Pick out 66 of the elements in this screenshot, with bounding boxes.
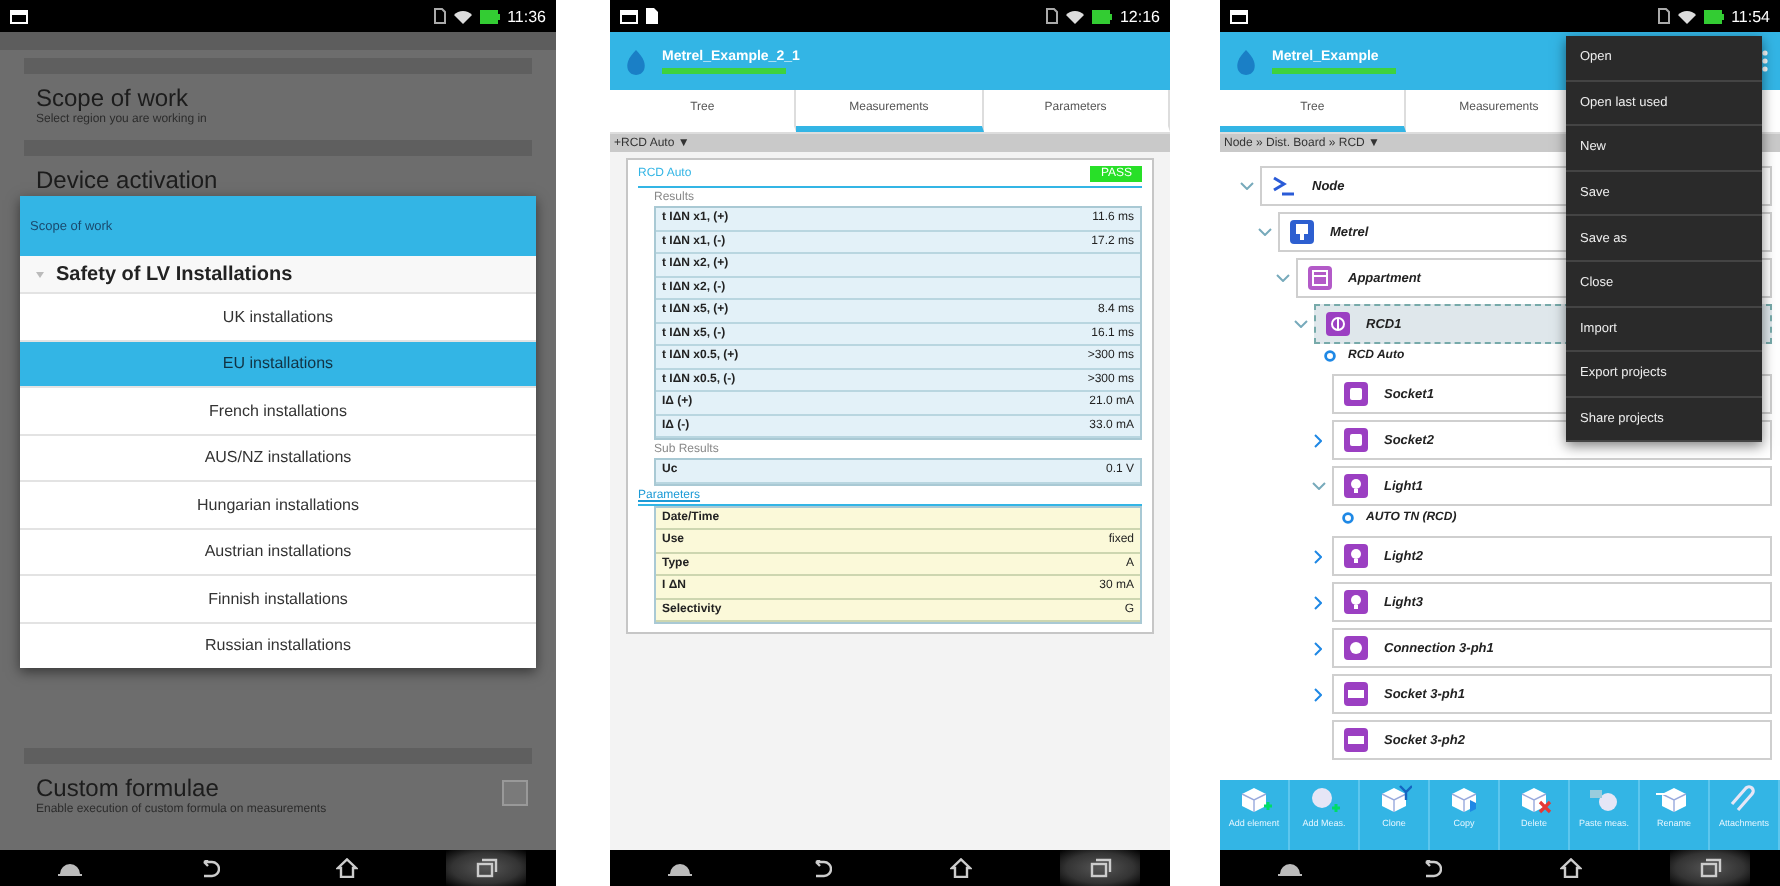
- clone-icon: [1376, 784, 1412, 816]
- window-icon: [1230, 9, 1248, 23]
- light-icon: [1344, 590, 1368, 614]
- subtitle-strip: [662, 67, 786, 73]
- option-item[interactable]: AUS/NZ installations: [20, 433, 536, 480]
- chevron-right-icon[interactable]: [1314, 433, 1322, 447]
- chevron-down-icon[interactable]: [1257, 228, 1271, 236]
- battery-icon: [1703, 9, 1724, 23]
- board-icon: [1308, 266, 1332, 290]
- sim-icon: [1657, 8, 1670, 24]
- battery-icon: [479, 9, 500, 23]
- rcd-icon: [1326, 312, 1350, 336]
- option-item[interactable]: Austrian installations: [20, 527, 536, 574]
- recent-apps-icon[interactable]: [1670, 850, 1750, 886]
- app-logo-icon: [622, 47, 650, 75]
- add-element-icon: [1236, 784, 1272, 816]
- chevron-down-icon[interactable]: [1311, 482, 1325, 490]
- chevron-right-icon[interactable]: [1314, 595, 1322, 609]
- instrument-icon: [1290, 220, 1314, 244]
- copy-icon: [1446, 784, 1482, 816]
- chevron-right-icon[interactable]: [1314, 687, 1322, 701]
- chevron-right-icon[interactable]: [1314, 549, 1322, 563]
- subtitle-strip: [1272, 67, 1396, 73]
- wifi-icon: [1065, 9, 1084, 23]
- group-header: Safety of LV Installations: [56, 263, 293, 285]
- chevron-right-icon[interactable]: [1314, 641, 1322, 655]
- light-icon: [1344, 544, 1368, 568]
- light-icon: [1344, 474, 1368, 498]
- sim-icon: [1045, 8, 1058, 24]
- recent-apps-icon[interactable]: [1060, 850, 1140, 886]
- overflow-menu-icon[interactable]: [1762, 50, 1768, 72]
- option-item[interactable]: EU installations: [20, 339, 536, 386]
- node-icon: [1272, 174, 1296, 198]
- option-item[interactable]: Finnish installations: [20, 574, 536, 621]
- paste-icon: [1586, 784, 1622, 816]
- option-item[interactable]: French installations: [20, 386, 536, 433]
- wifi-icon: [453, 9, 472, 23]
- socket-icon: [1344, 382, 1368, 406]
- option-item[interactable]: Russian installations: [20, 621, 536, 668]
- window-icon: [620, 9, 638, 23]
- option-item[interactable]: UK installations: [20, 292, 536, 339]
- rename-icon: [1656, 784, 1692, 816]
- window-icon: [10, 9, 28, 23]
- add-measurement-icon: [1306, 784, 1342, 816]
- battery-icon: [1091, 9, 1112, 23]
- option-item[interactable]: Hungarian installations: [20, 480, 536, 527]
- chevron-down-icon[interactable]: [1275, 274, 1289, 282]
- socket3-icon: [1344, 728, 1368, 752]
- wifi-icon: [1677, 9, 1696, 23]
- delete-icon: [1516, 784, 1552, 816]
- clock: 12:16: [1119, 7, 1160, 25]
- sim-icon: [433, 8, 446, 24]
- measurement-icon: [1342, 512, 1354, 524]
- clock: 11:36: [507, 7, 546, 25]
- checkbox[interactable]: [502, 780, 528, 806]
- app-logo-icon: [1232, 47, 1260, 75]
- chevron-down-icon[interactable]: [1239, 182, 1253, 190]
- clock: 11:54: [1731, 7, 1770, 25]
- chevron-down-icon[interactable]: [1293, 320, 1307, 328]
- recent-apps-icon[interactable]: [446, 850, 527, 886]
- socket3-icon: [1344, 682, 1368, 706]
- document-icon: [646, 8, 658, 24]
- measurement-icon: [1324, 350, 1336, 362]
- collapse-mark-icon: [36, 271, 44, 277]
- socket-icon: [1344, 428, 1368, 452]
- connection-icon: [1344, 636, 1368, 660]
